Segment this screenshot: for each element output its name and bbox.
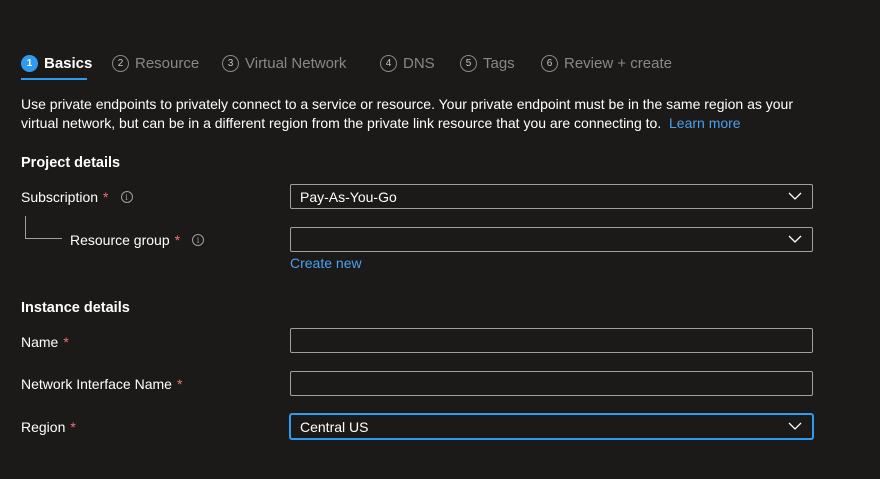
tree-connector (25, 216, 26, 238)
tab-step-number: 6 (541, 54, 558, 72)
chevron-down-icon (788, 422, 802, 430)
resource-group-label: Resource group * i (70, 232, 205, 248)
learn-more-link[interactable]: Learn more (669, 115, 741, 131)
region-dropdown[interactable]: Central US (290, 414, 813, 439)
info-icon[interactable]: i (120, 191, 133, 203)
instance-details-heading: Instance details (21, 300, 130, 316)
project-details-heading: Project details (21, 155, 121, 171)
network-interface-name-input[interactable] (290, 371, 813, 396)
tab-label: Virtual Network (245, 54, 347, 72)
region-label: Region * (21, 419, 76, 435)
create-new-link[interactable]: Create new (290, 255, 362, 271)
tab-virtual-network[interactable]: 3 Virtual Network (222, 52, 346, 74)
info-icon[interactable]: i (192, 234, 205, 246)
description: Use private endpoints to privately conne… (21, 95, 821, 133)
required-asterisk: * (174, 232, 181, 248)
tab-label: Basics (44, 54, 93, 72)
tab-label: Tags (483, 54, 515, 72)
region-value: Central US (300, 418, 369, 435)
tree-connector (25, 238, 62, 239)
tab-label: Review + create (564, 54, 672, 72)
required-asterisk: * (176, 376, 183, 392)
subscription-dropdown[interactable]: Pay-As-You-Go (290, 184, 813, 209)
tab-step-number: 4 (380, 54, 397, 72)
tab-review-create[interactable]: 6 Review + create (541, 52, 672, 74)
name-label-text: Name (21, 334, 59, 350)
name-label: Name * (21, 334, 69, 350)
region-label-text: Region (21, 419, 66, 435)
tab-label: Resource (135, 54, 200, 72)
resource-group-dropdown[interactable] (290, 227, 813, 252)
tab-dns[interactable]: 4 DNS (380, 52, 435, 74)
required-asterisk: * (63, 334, 69, 350)
network-interface-name-label: Network Interface Name * (21, 376, 182, 392)
subscription-label-text: Subscription (21, 189, 99, 205)
tab-label: DNS (403, 54, 435, 72)
chevron-down-icon (788, 192, 802, 200)
tab-step-number: 5 (460, 54, 477, 72)
tab-resource[interactable]: 2 Resource (112, 52, 199, 74)
name-input[interactable] (290, 328, 813, 353)
required-asterisk: * (103, 189, 109, 205)
chevron-down-icon (788, 235, 802, 243)
active-tab-indicator (21, 78, 87, 80)
resource-group-label-text: Resource group (70, 232, 170, 248)
tab-step-number: 1 (21, 54, 38, 72)
required-asterisk: * (70, 419, 76, 435)
subscription-value: Pay-As-You-Go (300, 188, 397, 205)
network-interface-name-label-text: Network Interface Name (21, 376, 172, 392)
tab-tags[interactable]: 5 Tags (460, 52, 515, 74)
tab-step-number: 2 (112, 54, 129, 72)
subscription-label: Subscription * i (21, 189, 133, 205)
tab-step-number: 3 (222, 54, 239, 72)
tab-basics[interactable]: 1 Basics (21, 52, 92, 74)
